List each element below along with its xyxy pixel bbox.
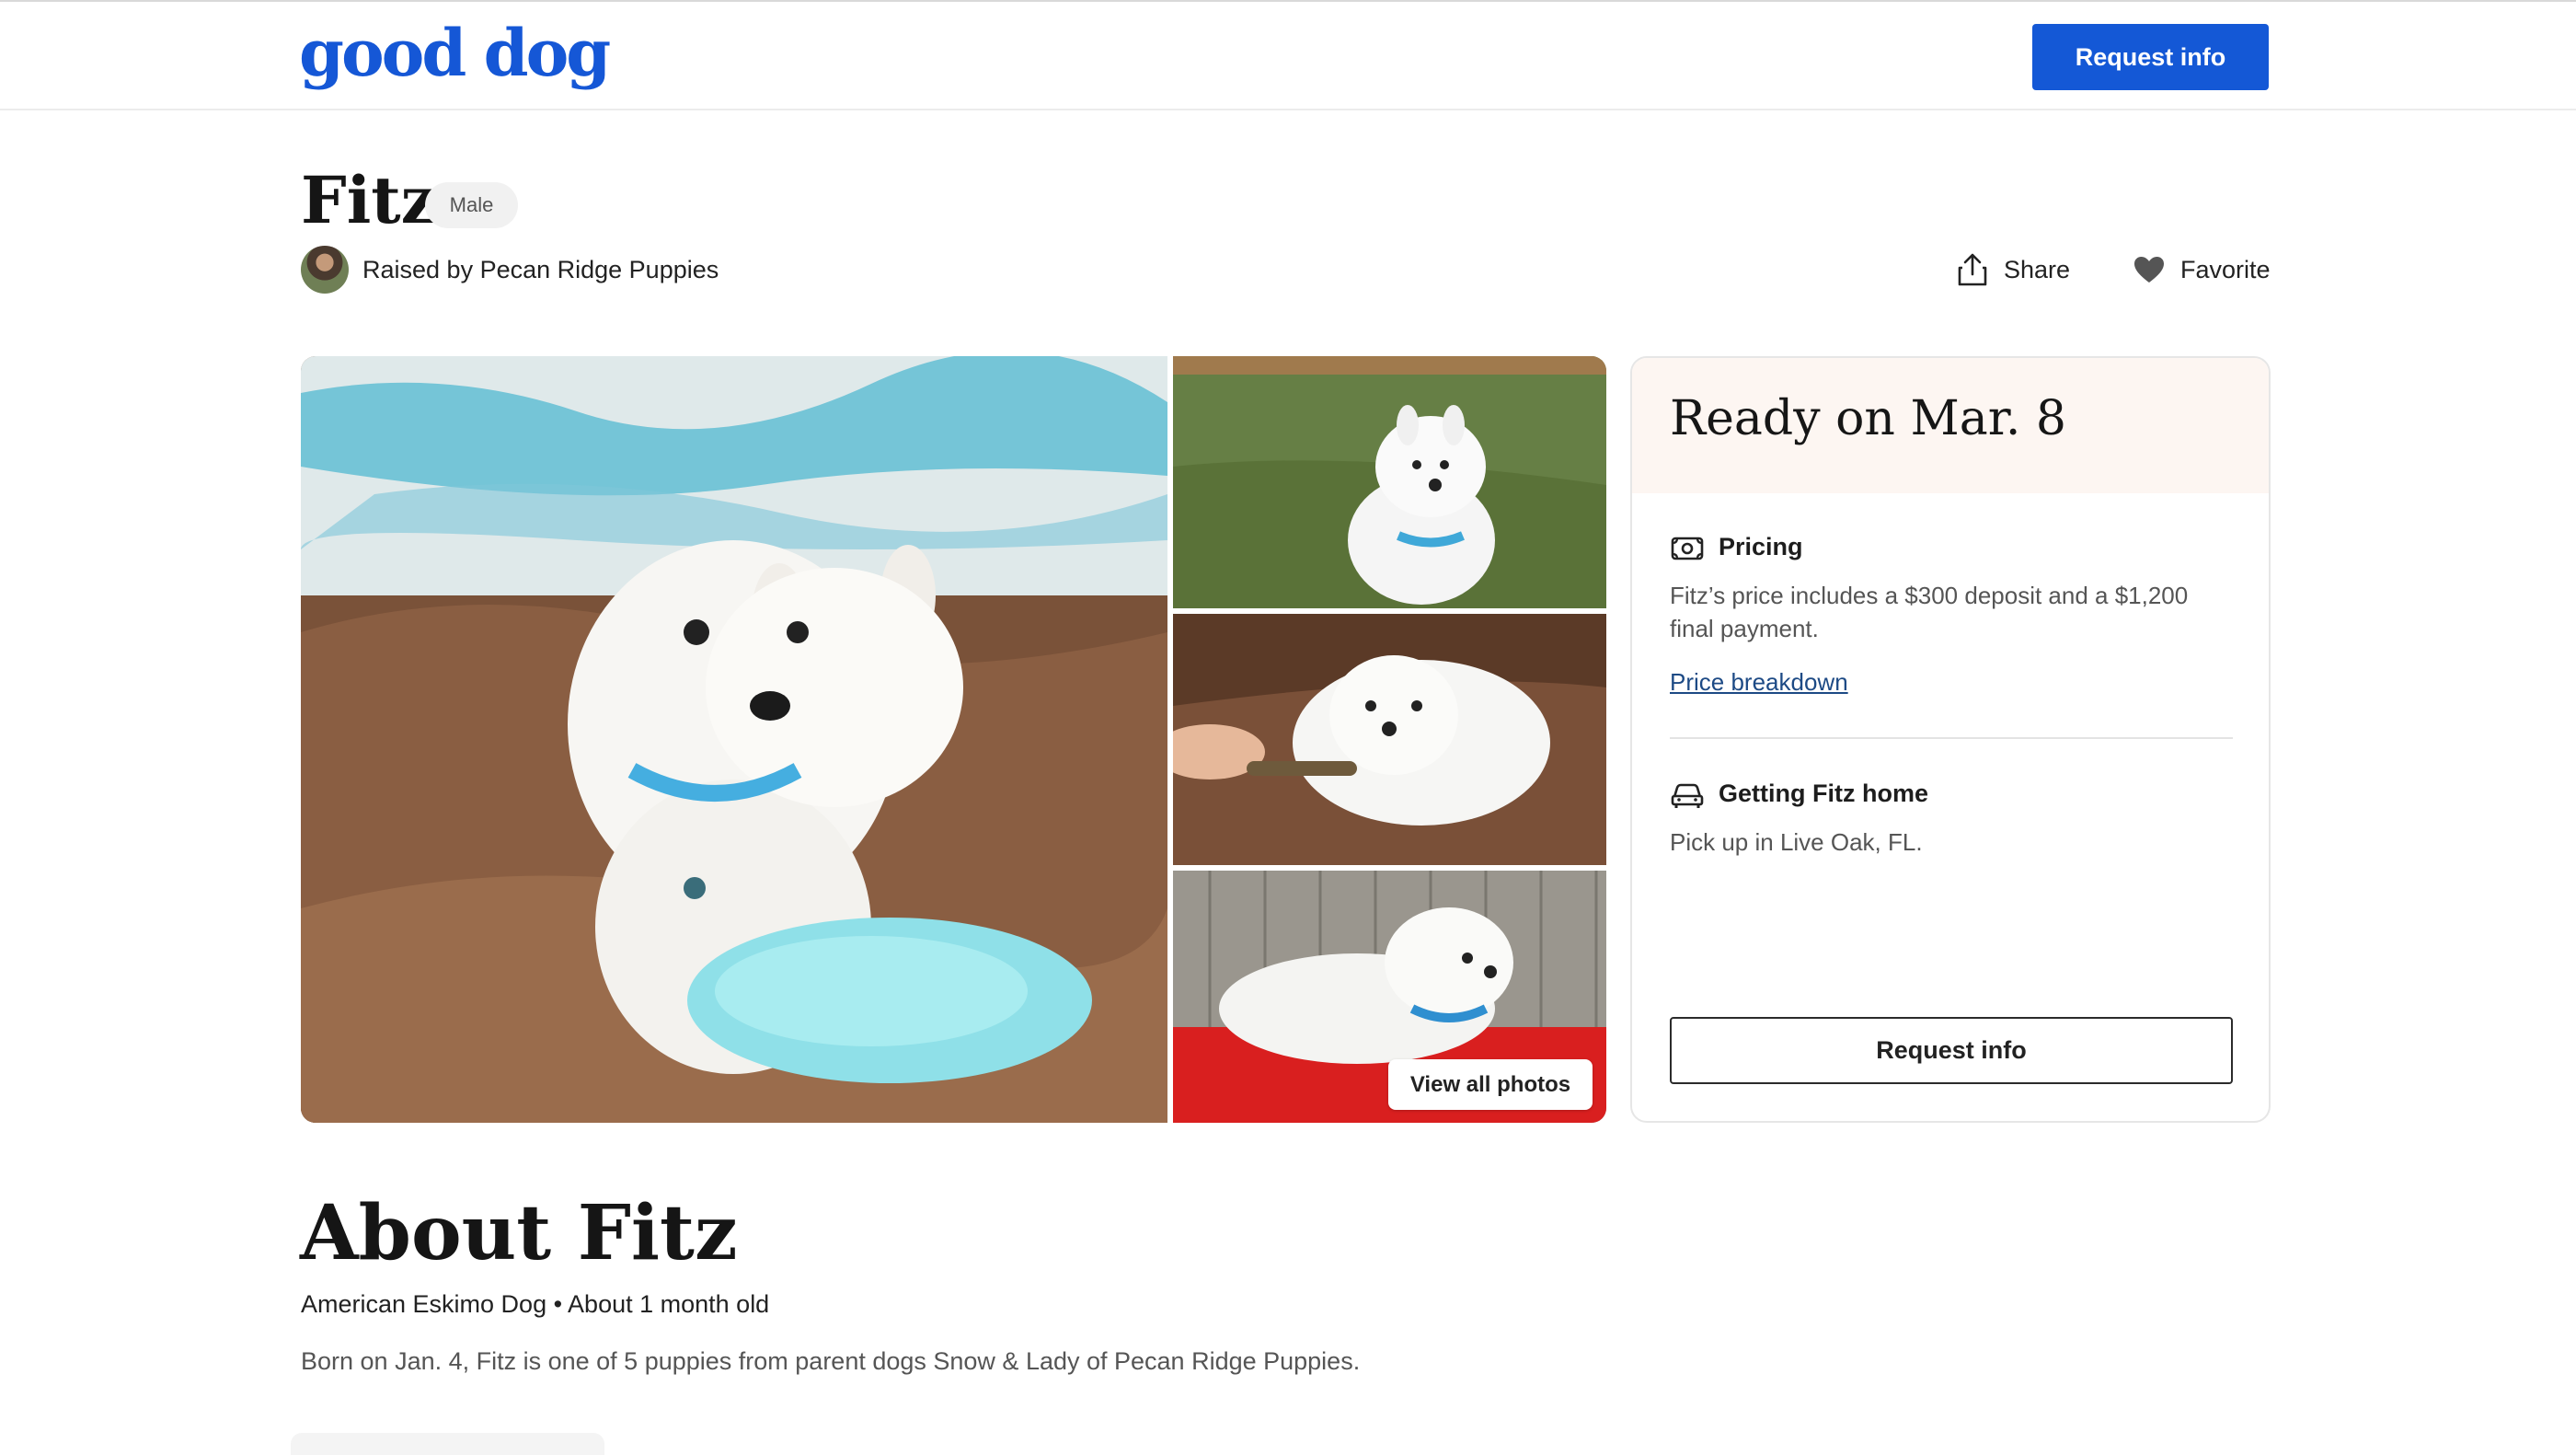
breed-age-subtitle: American Eskimo Dog • About 1 month old <box>301 1290 770 1318</box>
sex-badge: Male <box>425 182 518 228</box>
card-header: Ready on Mar. 8 <box>1632 358 2269 493</box>
card-divider <box>1670 737 2233 739</box>
price-breakdown-link[interactable]: Price breakdown <box>1670 668 1848 697</box>
share-icon <box>1958 253 1987 286</box>
thumbnail-photo-1[interactable] <box>1173 356 1606 608</box>
heart-icon <box>2134 257 2164 283</box>
page-title: Fitz <box>301 162 438 238</box>
ready-date-title: Ready on Mar. 8 <box>1670 391 2066 446</box>
pickup-location-text: Pick up in Live Oak, FL. <box>1670 828 1923 856</box>
car-icon <box>1671 783 1704 808</box>
pricing-title: Pricing <box>1719 533 1803 560</box>
getting-home-title: Getting Fitz home <box>1719 779 1928 807</box>
view-all-photos-button[interactable]: View all photos <box>1388 1059 1593 1110</box>
money-icon <box>1671 537 1704 560</box>
header-request-info-button[interactable]: Request info <box>2032 24 2269 90</box>
favorite-button[interactable]: Favorite <box>2133 248 2271 291</box>
share-label: Share <box>2004 255 2071 283</box>
photo-gallery <box>301 356 1606 1123</box>
site-header: good dog Request info <box>0 0 2576 110</box>
availability-card: Ready on Mar. 8 Pricing Fitz’s price inc… <box>1630 356 2271 1123</box>
main-photo[interactable] <box>301 356 1167 1123</box>
thumbnail-photo-2[interactable] <box>1173 614 1606 865</box>
section-tab-chip <box>291 1433 604 1455</box>
favorite-label: Favorite <box>2180 255 2271 283</box>
about-description: Born on Jan. 4, Fitz is one of 5 puppies… <box>301 1347 1361 1375</box>
breeder-label[interactable]: Raised by Pecan Ridge Puppies <box>362 256 719 284</box>
about-title: About Fitz <box>300 1189 738 1277</box>
pricing-text-line-1: Fitz’s price includes a $300 deposit and… <box>1670 582 2189 609</box>
share-button[interactable]: Share <box>1956 248 2070 291</box>
pricing-text-line-2: final payment. <box>1670 615 1819 642</box>
breeder-avatar[interactable] <box>301 246 349 294</box>
card-request-info-button[interactable]: Request info <box>1670 1017 2233 1084</box>
good-dog-logo[interactable]: good dog <box>299 17 611 90</box>
